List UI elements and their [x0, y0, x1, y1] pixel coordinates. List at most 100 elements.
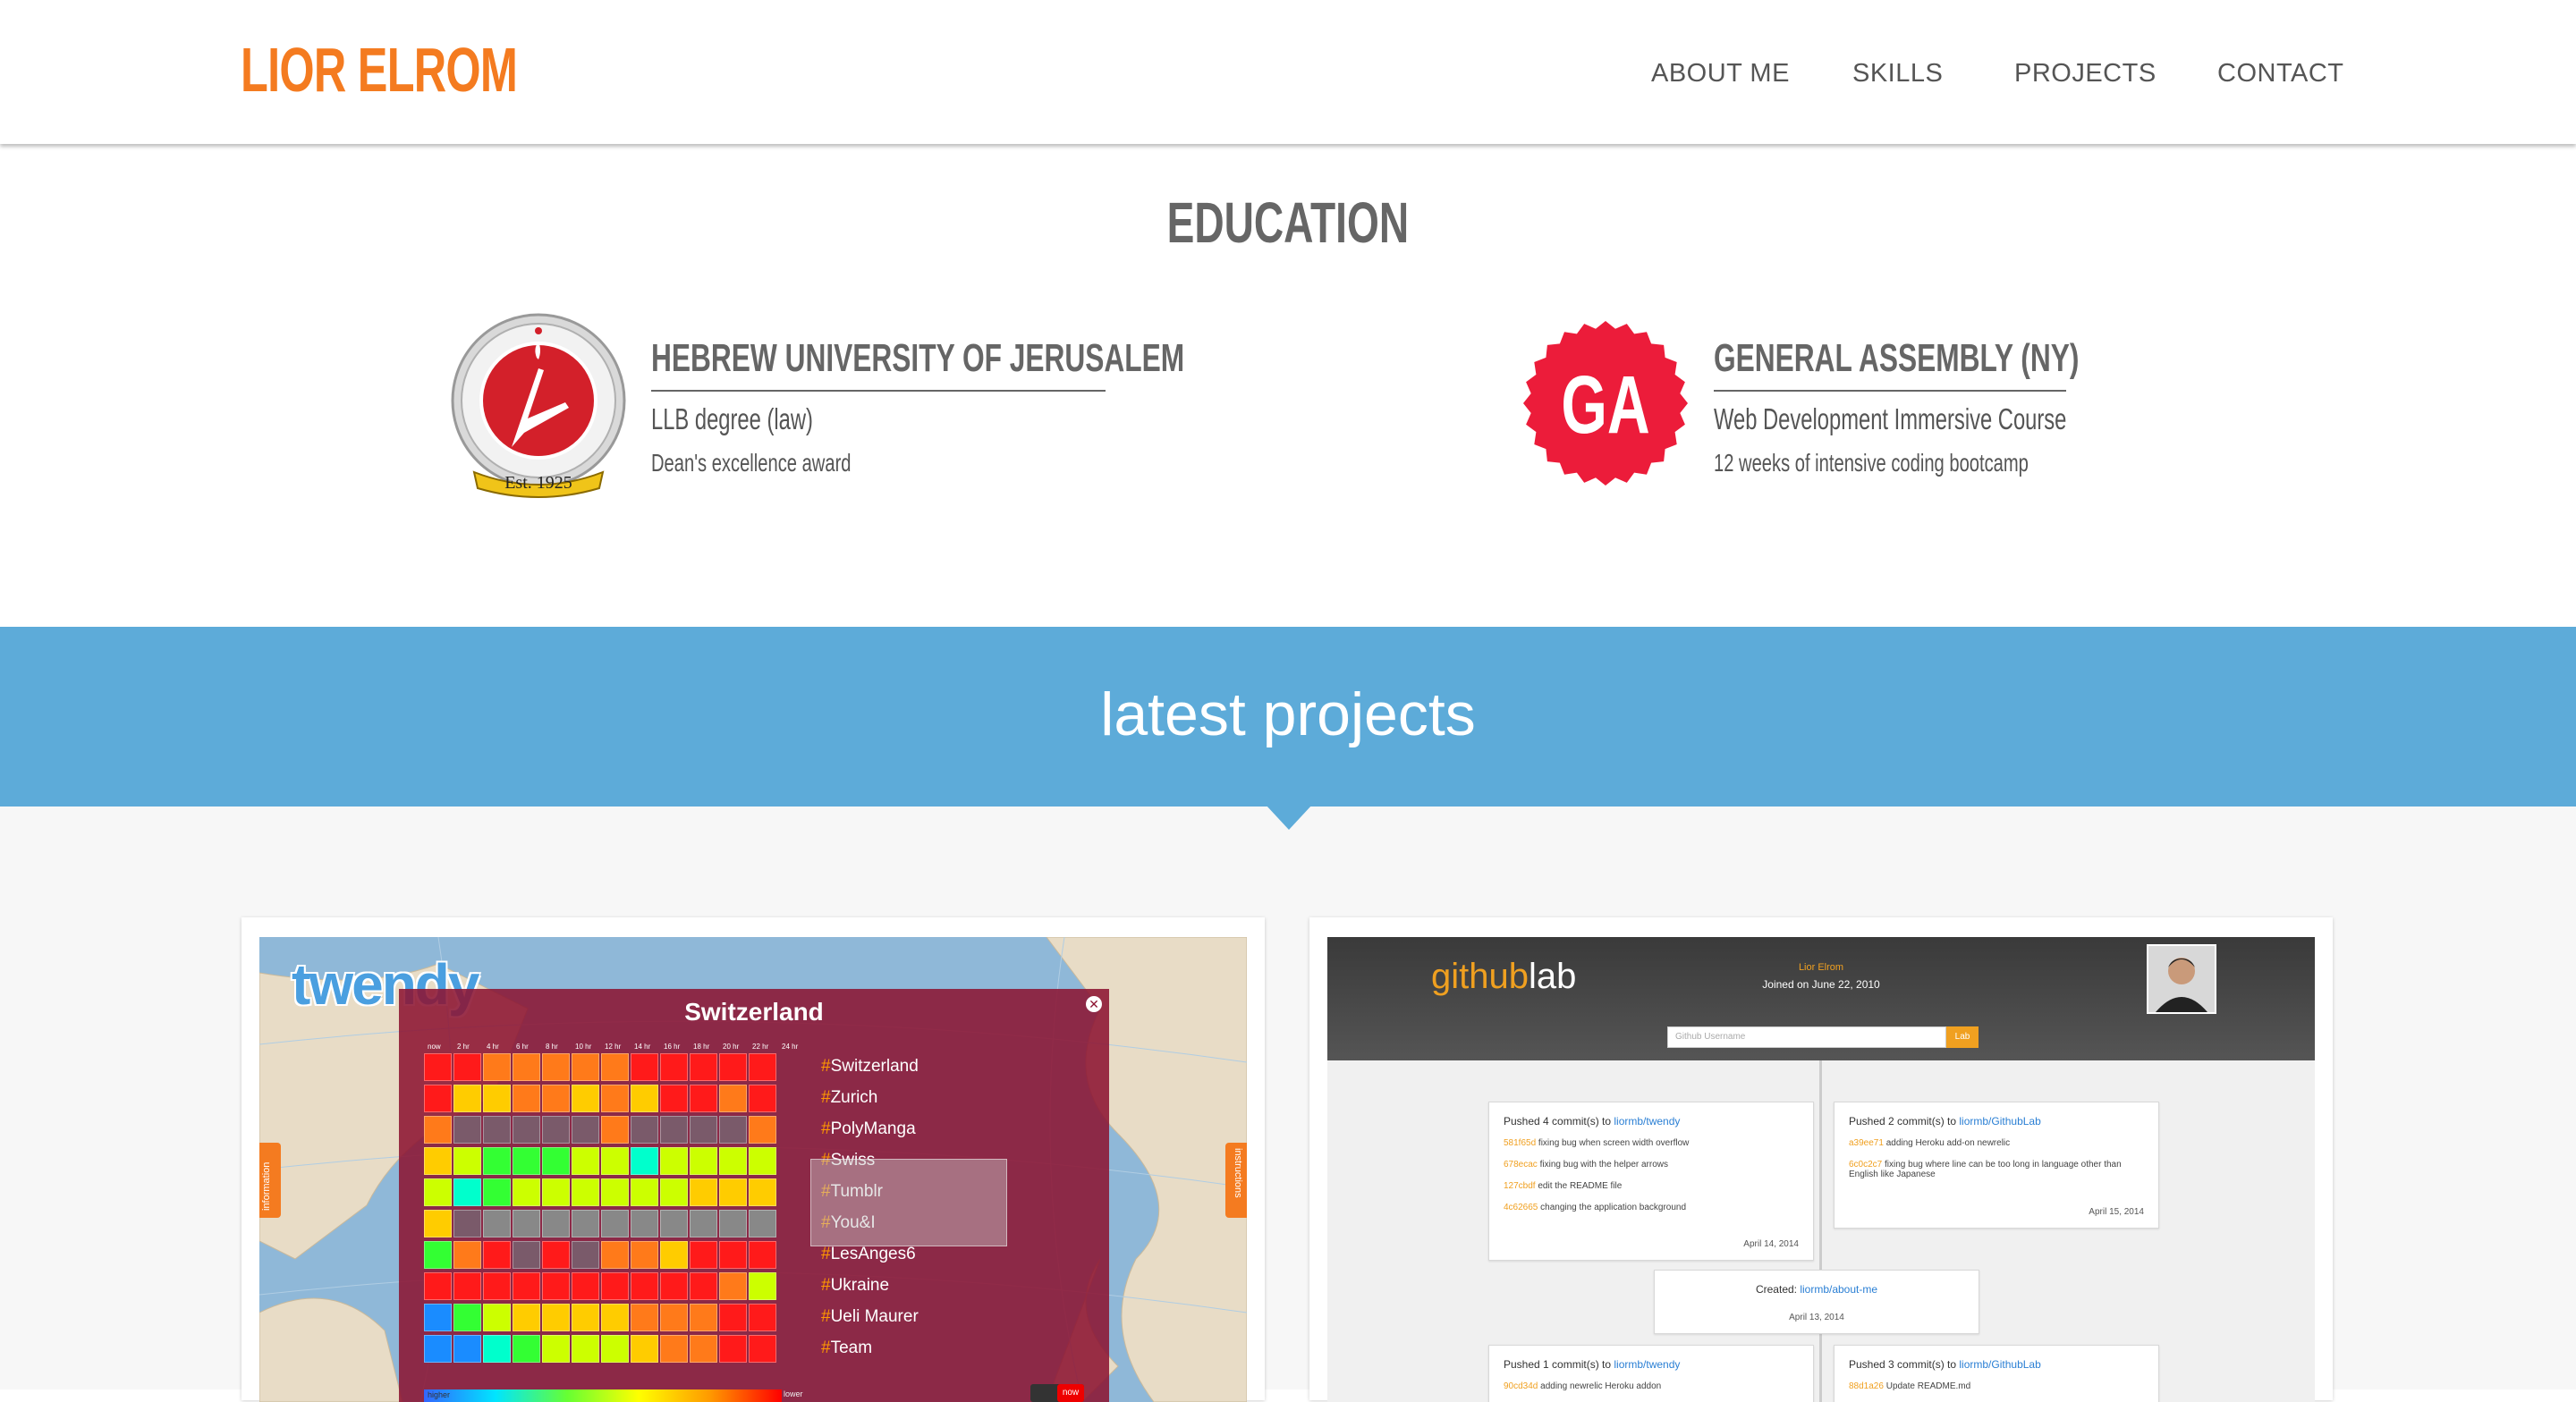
heatmap-cell: [631, 1116, 658, 1144]
timeline-event-card[interactable]: Pushed 4 commit(s) to liormb/twendy 581f6…: [1488, 1102, 1814, 1261]
heatmap-cell: [483, 1335, 511, 1363]
heatmap-cell: [542, 1272, 570, 1300]
nav-contact[interactable]: CONTACT: [2217, 59, 2344, 89]
heatmap-cell: [660, 1053, 688, 1081]
trend-item[interactable]: #Team: [821, 1339, 872, 1358]
time-label: 20 hr: [723, 1043, 740, 1051]
heatmap-cell: [660, 1210, 688, 1237]
heatmap-cell: [601, 1335, 629, 1363]
heatmap-cell: [690, 1053, 717, 1081]
panel-title: Switzerland: [684, 998, 824, 1026]
nav-about-me[interactable]: ABOUT ME: [1651, 59, 1790, 89]
commit-line[interactable]: a39ee71 adding Heroku add-on newrelic: [1849, 1138, 2144, 1148]
heatmap-cell: [719, 1085, 747, 1112]
heatmap-cell: [749, 1053, 776, 1081]
twendy-screenshot[interactable]: twendy information instructions Switzerl…: [259, 937, 1247, 1402]
information-tab[interactable]: information: [259, 1143, 281, 1218]
heatmap-cell: [453, 1147, 481, 1175]
commit-line[interactable]: 678ecac fixing bug with the helper arrow…: [1504, 1160, 1799, 1170]
commit-line[interactable]: 90cd34d adding newrelic Heroku addon: [1504, 1381, 1799, 1391]
heatmap-cell: [424, 1335, 452, 1363]
nav-skills[interactable]: SKILLS: [1852, 59, 1943, 89]
heatmap-cell: [660, 1241, 688, 1269]
heatmap-cell: [424, 1053, 452, 1081]
heatmap-cell: [601, 1085, 629, 1112]
heatmap-cell: [749, 1178, 776, 1206]
heatmap-cell: [719, 1241, 747, 1269]
general-assembly-logo: GA: [1523, 321, 1688, 486]
githublab-screenshot[interactable]: githublab Lior Elrom Joined on June 22, …: [1327, 937, 2315, 1402]
timeline-event-card[interactable]: Pushed 3 commit(s) to liormb/GithubLab 88…: [1834, 1345, 2159, 1402]
trend-item[interactable]: #LesAnges6: [821, 1245, 916, 1264]
heatmap-cell: [601, 1178, 629, 1206]
time-label: 10 hr: [575, 1043, 592, 1051]
time-label: 16 hr: [664, 1043, 681, 1051]
detail-hebrew-university: Dean's excellence award: [651, 449, 852, 477]
commit-line[interactable]: 581f65d fixing bug when screen width ove…: [1504, 1138, 1799, 1148]
site-logo[interactable]: LIOR ELROM: [241, 34, 518, 106]
event-title: Created: liormb/about-me: [1755, 1283, 1878, 1296]
heatmap-cell: [453, 1210, 481, 1237]
heatmap-cell: [542, 1147, 570, 1175]
heatmap-cell: [542, 1335, 570, 1363]
heatmap-cell: [542, 1210, 570, 1237]
heatmap-cell: [719, 1116, 747, 1144]
heatmap-cell: [424, 1116, 452, 1144]
commit-line[interactable]: 6c0c2c7 fixing bug where line can be too…: [1849, 1160, 2144, 1179]
heatmap-cell: [631, 1335, 658, 1363]
heatmap-cell: [749, 1241, 776, 1269]
instructions-tab[interactable]: instructions: [1225, 1143, 1247, 1218]
heatmap-cell: [660, 1085, 688, 1112]
nav-projects[interactable]: PROJECTS: [2014, 59, 2157, 89]
trend-item[interactable]: #Zurich: [821, 1088, 877, 1108]
heatmap-cell: [572, 1147, 599, 1175]
commit-line[interactable]: 4c62665 changing the application backgro…: [1504, 1203, 1799, 1212]
heatmap-cell: [660, 1147, 688, 1175]
event-date: April 14, 2014: [1743, 1239, 1799, 1249]
project-card-githublab[interactable]: githublab Lior Elrom Joined on June 22, …: [1309, 917, 2333, 1402]
seal-est-text: Est. 1925: [504, 473, 572, 493]
heatmap-cell: [690, 1085, 717, 1112]
heatmap-cell: [719, 1335, 747, 1363]
heatmap-cell: [572, 1085, 599, 1112]
trend-item[interactable]: #Switzerland: [821, 1057, 919, 1077]
heatmap-cell: [601, 1053, 629, 1081]
time-label: 8 hr: [546, 1043, 558, 1051]
projects-heading: latest projects: [1100, 680, 1476, 748]
timeline-event-card[interactable]: Created: liormb/about-me April 13, 2014: [1654, 1270, 1979, 1334]
lab-search-button[interactable]: Lab: [1946, 1026, 1979, 1048]
username-search-input[interactable]: Github Username: [1667, 1026, 1946, 1048]
trend-item[interactable]: #PolyManga: [821, 1119, 916, 1139]
heatmap-cell: [660, 1116, 688, 1144]
time-label: 22 hr: [752, 1043, 769, 1051]
time-label: now: [428, 1043, 441, 1051]
heatmap-cell: [631, 1304, 658, 1331]
heatmap-cell: [660, 1335, 688, 1363]
now-toggle[interactable]: now: [1030, 1384, 1084, 1402]
heatmap-cell: [483, 1241, 511, 1269]
event-title: Pushed 4 commit(s) to liormb/twendy: [1504, 1115, 1681, 1128]
school-divider: [651, 390, 1106, 392]
trend-item[interactable]: #Ukraine: [821, 1276, 889, 1296]
project-card-twendy[interactable]: twendy information instructions Switzerl…: [242, 917, 1265, 1402]
timeline-event-card[interactable]: Pushed 1 commit(s) to liormb/twendy 90cd3…: [1488, 1345, 1814, 1402]
banner-arrow-pointer: [1266, 805, 1312, 830]
time-label: 4 hr: [487, 1043, 499, 1051]
heatmap-cell: [601, 1272, 629, 1300]
trend-item[interactable]: #Ueli Maurer: [821, 1307, 919, 1327]
heatmap-cell: [453, 1116, 481, 1144]
heatmap-cell: [749, 1335, 776, 1363]
close-icon[interactable]: ✕: [1086, 996, 1102, 1012]
heatmap-cell: [424, 1085, 452, 1112]
heatmap-cell: [513, 1178, 540, 1206]
heatmap-cell: [453, 1272, 481, 1300]
timeline-event-card[interactable]: Pushed 2 commit(s) to liormb/GithubLab a3…: [1834, 1102, 2159, 1229]
commit-line[interactable]: 127cbdf edit the README file: [1504, 1181, 1799, 1191]
heatmap-cell: [631, 1178, 658, 1206]
heatmap-cell: [719, 1178, 747, 1206]
githublab-header: githublab Lior Elrom Joined on June 22, …: [1327, 937, 2315, 1060]
heatmap-cell: [749, 1210, 776, 1237]
heatmap-cell: [690, 1210, 717, 1237]
commit-line[interactable]: 88d1a26 Update README.md: [1849, 1381, 2144, 1391]
user-avatar: [2147, 944, 2216, 1014]
